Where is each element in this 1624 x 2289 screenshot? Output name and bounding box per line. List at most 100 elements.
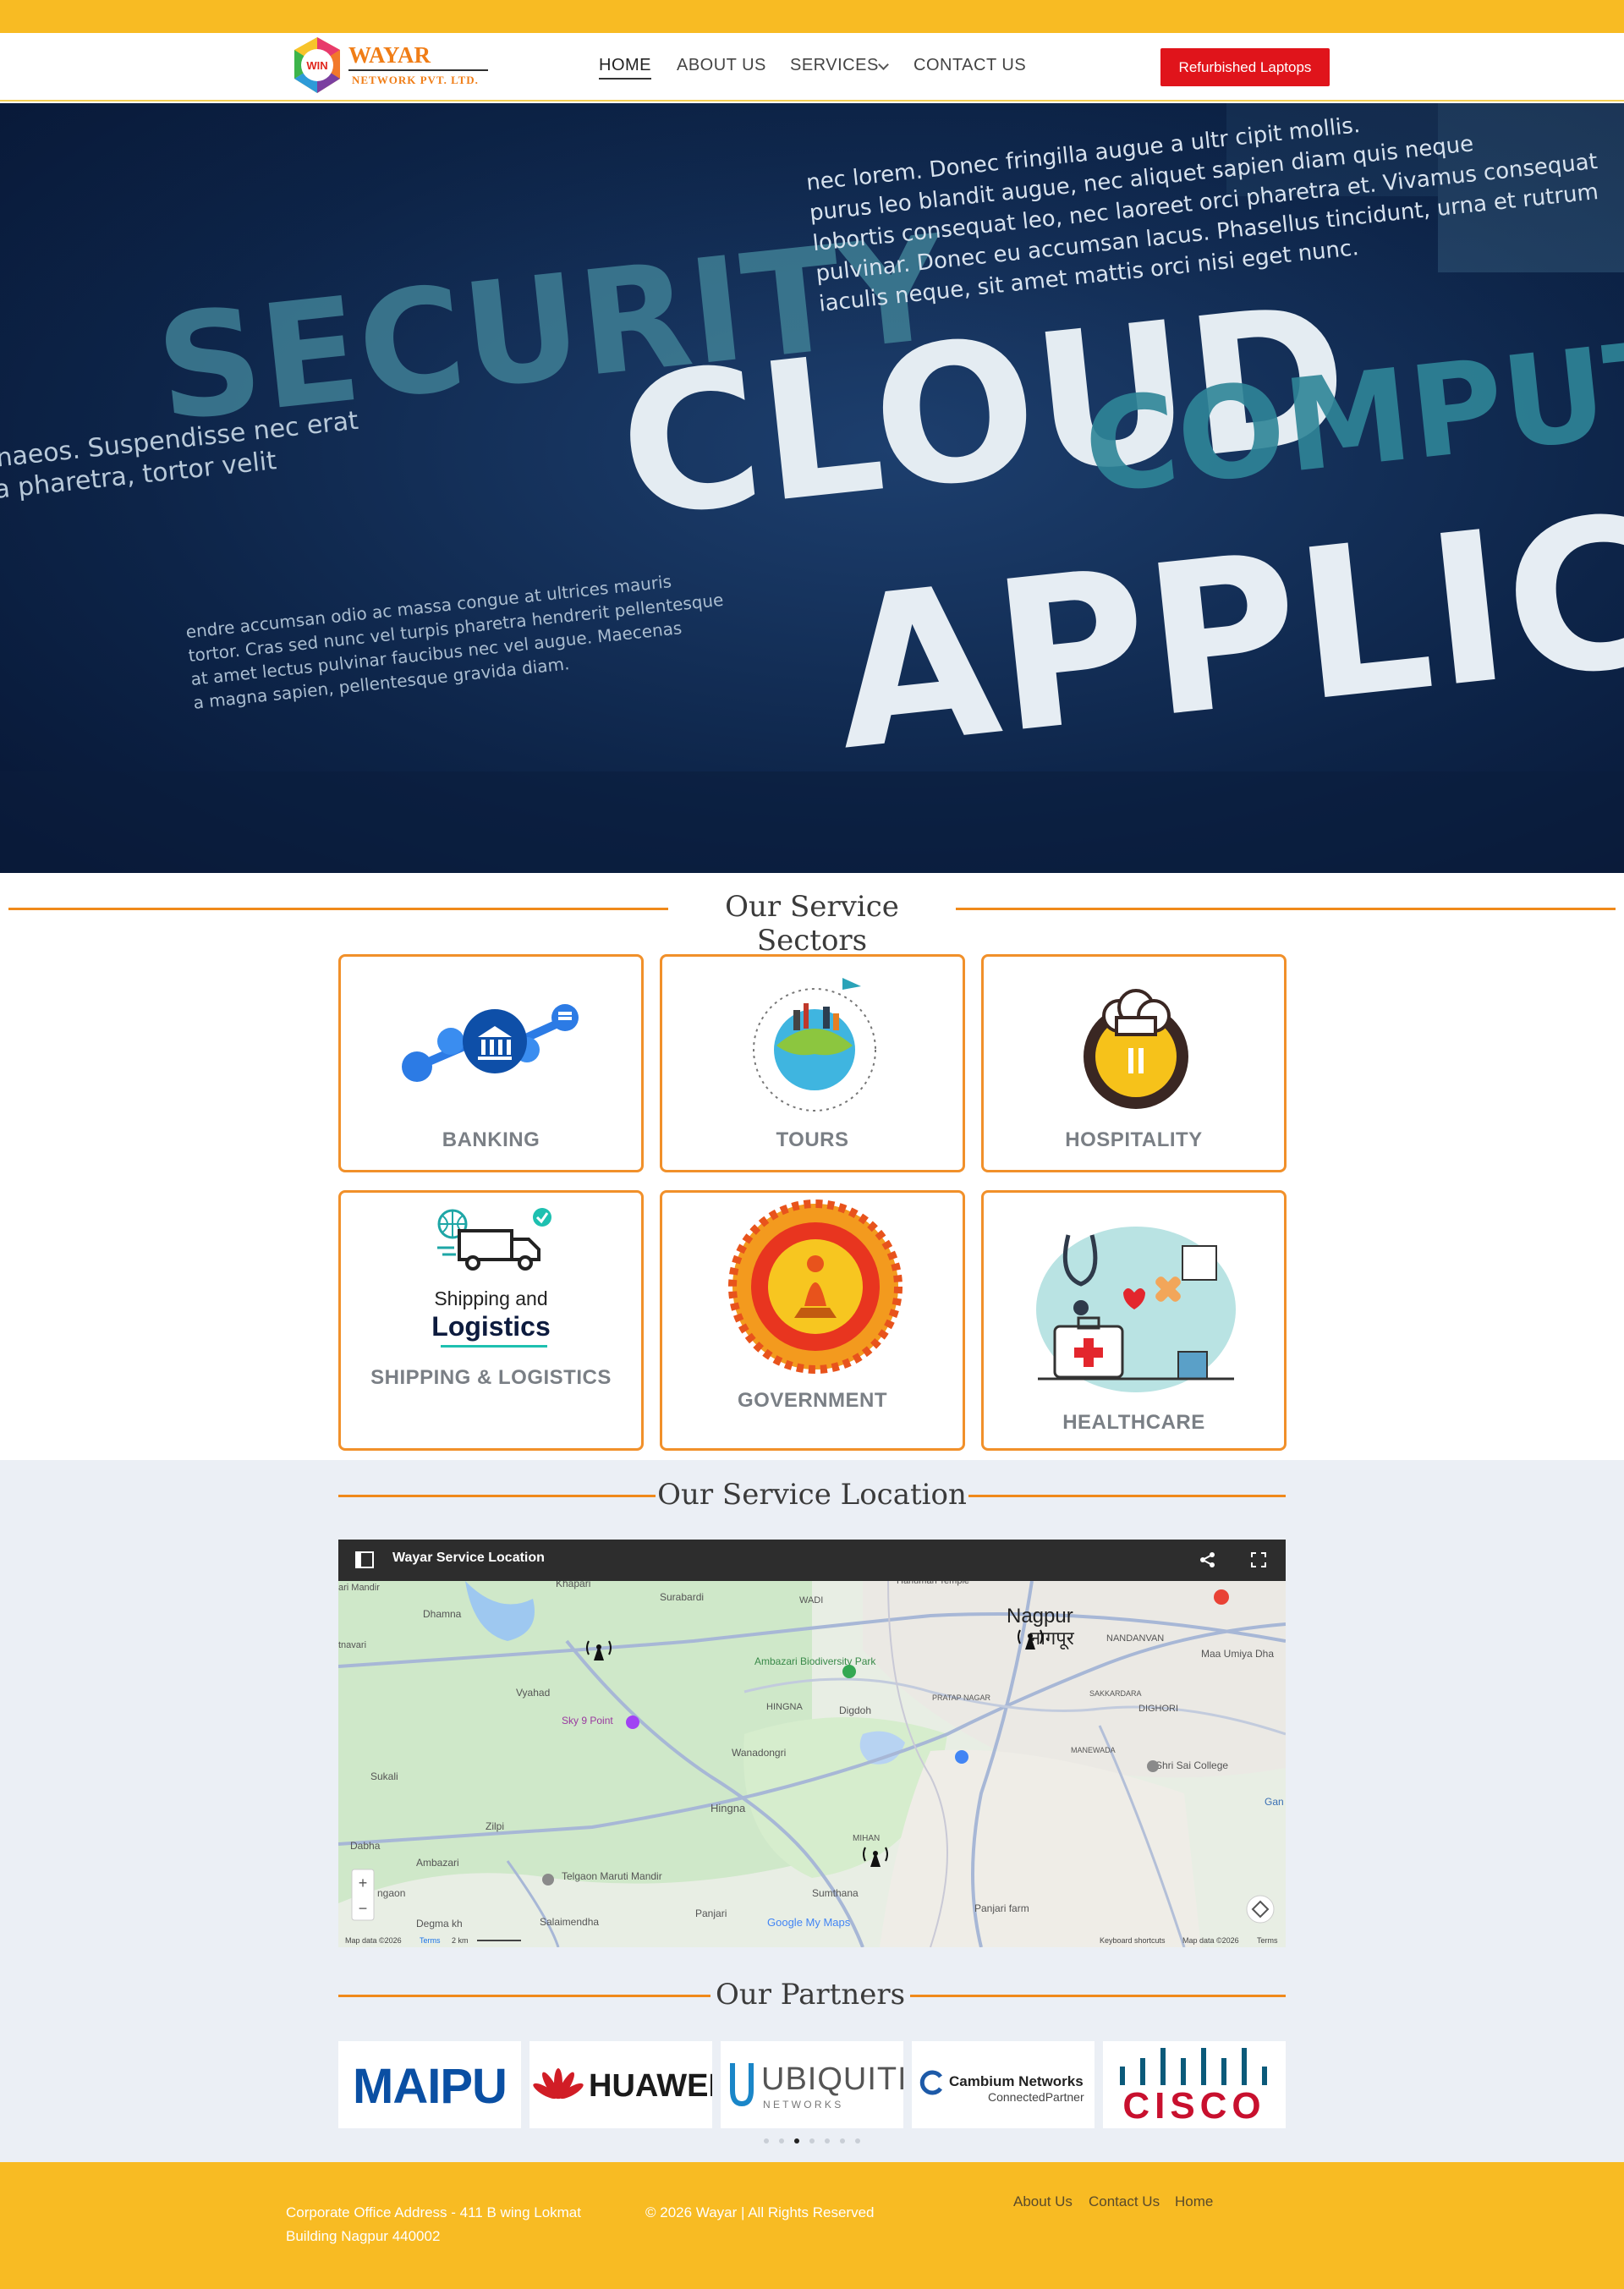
map-label-dighori: DIGHORI (1138, 1704, 1178, 1714)
carousel-dot-2[interactable] (779, 2138, 784, 2144)
logo-divider (348, 69, 488, 71)
map-canvas[interactable]: Khapari Surabardi WADI Hanuman Temple Dh… (338, 1540, 1286, 1947)
map-label-hingna: HINGNA (766, 1702, 803, 1712)
delivery-truck-icon (437, 1208, 551, 1271)
partner-cisco[interactable]: CISCO (1103, 2041, 1286, 2128)
partner-cambium-logo: Cambium Networks (949, 2073, 1084, 2089)
location-rule-right (968, 1495, 1286, 1497)
state-emblem-icon (728, 1199, 903, 1374)
partner-cisco-logo: CISCO (1122, 2085, 1266, 2127)
partner-cambium[interactable]: Cambium Networks ConnectedPartner (912, 2041, 1095, 2128)
logistics-line1: Shipping and (434, 1287, 548, 1309)
footer-link-about[interactable]: About Us (1013, 2193, 1073, 2210)
partner-huawei[interactable]: HUAWEI (529, 2041, 712, 2128)
sector-card-logistics[interactable]: Shipping and Logistics SHIPPING & LOGIST… (338, 1190, 644, 1451)
map-label-gan: Gan (1265, 1796, 1284, 1808)
map-label-sky9: Sky 9 Point (562, 1715, 613, 1726)
map-label-vyahad: Vyahad (516, 1687, 550, 1699)
share-icon[interactable] (1199, 1551, 1216, 1568)
hospital-pin-icon[interactable] (955, 1750, 968, 1764)
logistics-underline (441, 1345, 547, 1348)
carousel-dot-7[interactable] (855, 2138, 860, 2144)
map-data-left: Map data ©2026 (345, 1936, 402, 1945)
map-label-hingna2: Hingna (710, 1802, 746, 1814)
carousel-dot-5[interactable] (825, 2138, 830, 2144)
map-label-pratap-nagar: PRATAP NAGAR (932, 1693, 991, 1702)
bank-network-icon (402, 1004, 579, 1082)
carousel-dot-1[interactable] (764, 2138, 769, 2144)
partners-title: Our Partners (710, 1978, 910, 2012)
map-scale: 2 km (452, 1936, 469, 1945)
map-terms-left[interactable]: Terms (420, 1936, 441, 1945)
sector-card-hospitality[interactable]: HOSPITALITY (981, 954, 1287, 1172)
footer-link-contact[interactable]: Contact Us (1089, 2193, 1160, 2210)
recenter-icon[interactable] (1246, 1895, 1275, 1924)
sector-card-banking[interactable]: BANKING (338, 954, 644, 1172)
map-legend-icon[interactable] (355, 1551, 374, 1568)
zoom-out-button[interactable]: − (359, 1900, 368, 1917)
park-pin-icon[interactable] (842, 1665, 856, 1678)
location-rule-left (338, 1495, 656, 1497)
map-label-ingaon: ngaon (377, 1887, 405, 1899)
map-label-sukali: Sukali (370, 1770, 398, 1782)
zoom-in-button[interactable]: + (359, 1875, 368, 1891)
map-label-dhamna: Dhamna (423, 1608, 462, 1620)
place-pin-icon[interactable] (626, 1715, 639, 1729)
service-location-map[interactable]: Khapari Surabardi WADI Hanuman Temple Dh… (338, 1540, 1286, 1947)
logo-badge-text: WIN (306, 59, 327, 72)
nav-contact[interactable]: CONTACT US (914, 56, 1026, 75)
map-label-digdoh: Digdoh (839, 1704, 871, 1716)
map-label-shri-sai: Shri Sai College (1155, 1759, 1228, 1771)
nav-services[interactable]: SERVICES (790, 56, 879, 75)
map-label-wadi: WADI (799, 1595, 823, 1606)
keyboard-shortcuts-link[interactable]: Keyboard shortcuts (1100, 1936, 1166, 1945)
sector-label-tours: TOURS (776, 1128, 849, 1151)
map-label-nandanvan: NANDANVAN (1106, 1633, 1164, 1644)
fullscreen-icon[interactable] (1250, 1551, 1267, 1568)
map-label-sumthana: Sumthana (812, 1887, 859, 1899)
footer-link-home[interactable]: Home (1175, 2193, 1213, 2210)
partners-rule-left (338, 1995, 710, 1997)
sector-label-logistics: SHIPPING & LOGISTICS (370, 1366, 612, 1389)
globe-travel-icon (753, 978, 876, 1112)
map-label-panjari: Panjari (695, 1908, 727, 1919)
refurbished-laptops-button[interactable]: Refurbished Laptops (1160, 48, 1330, 86)
hero-banner: SECURITY CLOUD COMPUTING APPLICA nec lor… (0, 103, 1624, 873)
map-label-panjari-farm: Panjari farm (974, 1902, 1029, 1914)
partner-maipu[interactable]: MAIPU (338, 2041, 521, 2128)
map-label-kali-mandir: ari Mandir (338, 1583, 380, 1593)
map-label-sakkardara: SAKKARDARA (1089, 1689, 1142, 1698)
google-my-maps-label: Google My Maps (767, 1916, 851, 1929)
map-label-salaimendha: Salaimendha (540, 1916, 599, 1928)
map-label-zilpi: Zilpi (486, 1820, 504, 1832)
partner-huawei-logo: HUAWEI (589, 2068, 712, 2104)
sector-card-tours[interactable]: TOURS (660, 954, 965, 1172)
site-footer (0, 2162, 1624, 2289)
logo-title: WAYAR (348, 42, 431, 68)
title-rule-right (956, 908, 1616, 910)
top-bar (0, 0, 1624, 33)
nav-about[interactable]: ABOUT US (677, 56, 766, 75)
college-pin-icon[interactable] (1147, 1760, 1159, 1772)
carousel-dot-6[interactable] (840, 2138, 845, 2144)
map-label-dabha: Dabha (350, 1840, 381, 1852)
partner-ubiquiti[interactable]: UBIQUITI N E T W O R K S (721, 2041, 903, 2128)
hero-image: SECURITY CLOUD COMPUTING APPLICA nec lor… (0, 103, 1624, 873)
sector-label-banking: BANKING (442, 1128, 540, 1151)
map-label-ambazari2: Ambazari (416, 1857, 459, 1869)
map-terms-right[interactable]: Terms (1257, 1936, 1278, 1945)
map-label-surabardi: Surabardi (660, 1591, 704, 1603)
carousel-dot-3[interactable] (794, 2138, 799, 2144)
map-data-right: Map data ©2026 (1182, 1936, 1239, 1945)
sector-card-healthcare[interactable]: HEALTHCARE (981, 1190, 1287, 1451)
h-pin-icon[interactable] (1214, 1589, 1229, 1605)
medical-kit-icon (1036, 1227, 1236, 1392)
carousel-dot-4[interactable] (809, 2138, 815, 2144)
location-title: Our Service Location (656, 1478, 968, 1512)
temple-pin-icon[interactable] (542, 1874, 554, 1886)
sector-card-government[interactable]: GOVERNMENT (660, 1190, 965, 1451)
map-title-bar: Wayar Service Location (338, 1540, 1286, 1581)
nav-home[interactable]: HOME (599, 56, 651, 80)
title-rule-left (8, 908, 668, 910)
map-label-ambazari: Ambazari Biodiversity Park (754, 1655, 876, 1667)
